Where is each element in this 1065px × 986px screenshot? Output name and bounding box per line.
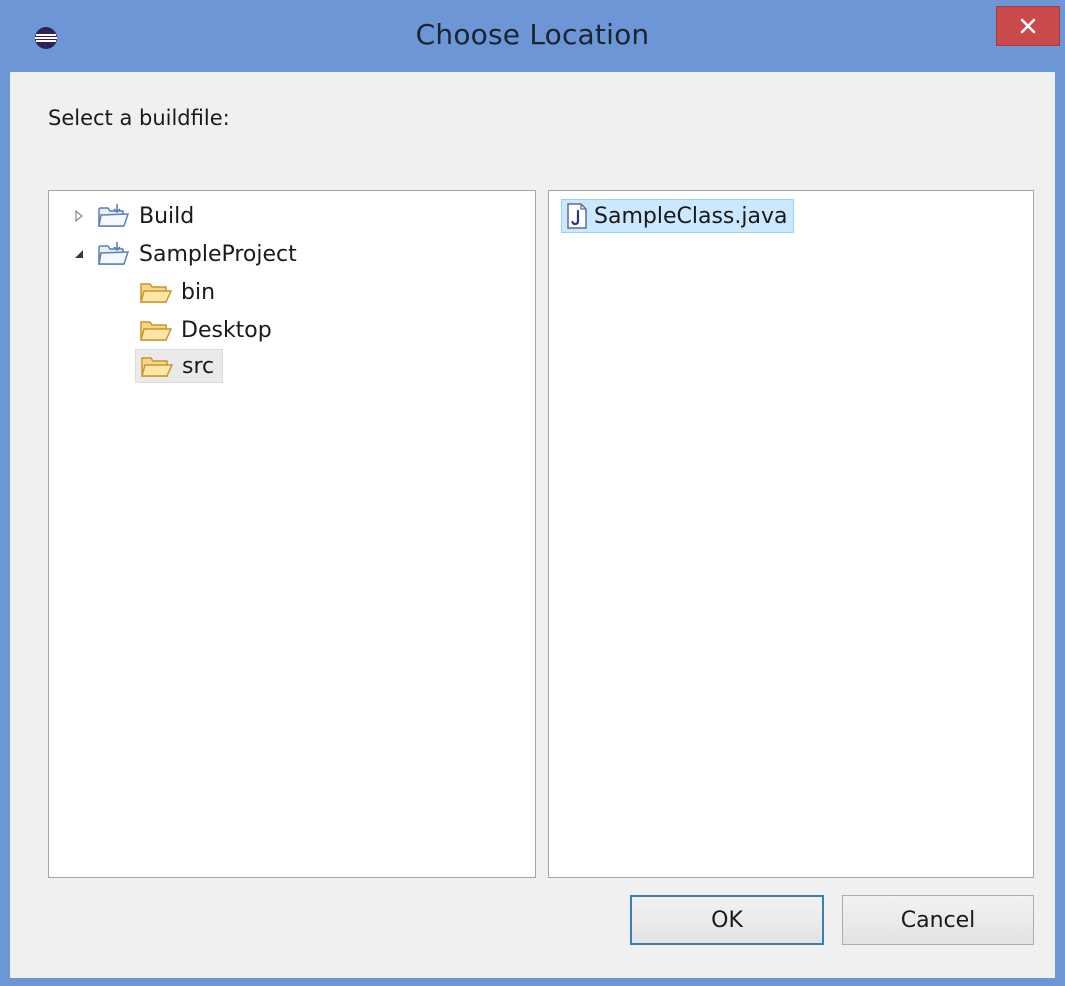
prompt-label: Select a buildfile:	[48, 106, 230, 130]
tree-item-label: Build	[139, 203, 195, 229]
collapse-arrow-icon[interactable]	[71, 246, 87, 262]
expand-arrow-icon[interactable]	[71, 208, 87, 224]
folder-icon	[141, 357, 174, 377]
dialog-body: Select a buildfile: Build SampleProject …	[10, 72, 1055, 978]
file-item-sampleclass[interactable]: SampleClass.java	[561, 199, 795, 233]
dialog-window: Choose Location Select a buildfile: Buil…	[0, 0, 1065, 986]
file-list[interactable]: SampleClass.java	[548, 190, 1034, 878]
file-item-label: SampleClass.java	[594, 203, 788, 229]
java-file-icon	[567, 203, 587, 229]
tree-item-sampleproject[interactable]: SampleProject	[71, 237, 297, 271]
cancel-button[interactable]: Cancel	[842, 895, 1034, 945]
tree-item-label: bin	[181, 279, 216, 305]
tree-item-desktop[interactable]: Desktop	[139, 313, 272, 347]
ok-button[interactable]: OK	[630, 895, 824, 945]
project-folder-icon	[98, 242, 130, 265]
tree-item-src[interactable]: src	[135, 349, 224, 383]
tree-item-bin[interactable]: bin	[139, 275, 215, 309]
title-bar[interactable]: Choose Location	[0, 0, 1065, 72]
close-button[interactable]	[996, 6, 1060, 46]
tree-item-label: src	[182, 353, 215, 379]
tree-item-label: Desktop	[181, 317, 272, 343]
tree-item-build[interactable]: Build	[71, 199, 194, 233]
folder-icon	[140, 283, 173, 303]
folder-icon	[140, 321, 173, 341]
tree-item-label: SampleProject	[139, 241, 297, 267]
window-title: Choose Location	[415, 18, 650, 51]
folder-tree[interactable]: Build SampleProject bin Desktop src	[48, 190, 536, 878]
project-folder-icon	[98, 204, 130, 227]
close-icon	[1020, 18, 1036, 34]
